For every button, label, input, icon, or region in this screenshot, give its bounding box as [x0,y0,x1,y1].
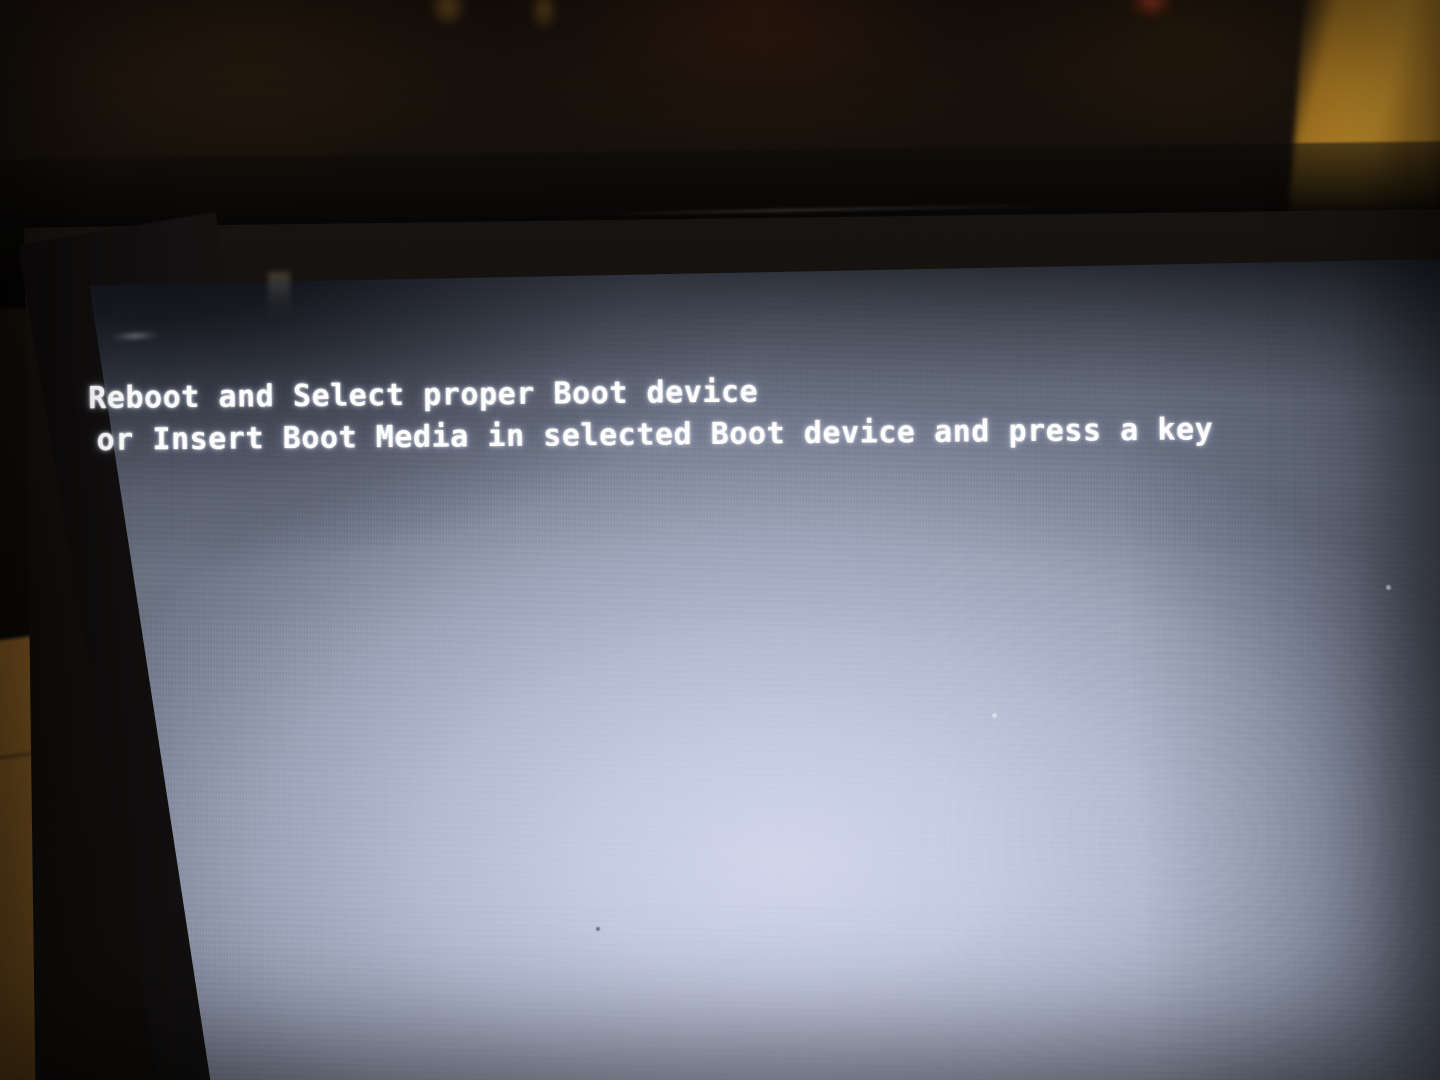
screen-reflection-streak [268,272,290,320]
screen-dust-speck-a [992,713,997,718]
red-indicator-light [1128,0,1174,18]
amber-background-light-a [430,0,466,26]
screen-dust-speck-c [1386,585,1391,590]
amber-background-light-b [530,0,558,30]
screen-dust-speck-b [596,927,600,931]
bios-error-message: Reboot and Select proper Boot device or … [88,365,1429,462]
photograph-of-monitor: Reboot and Select proper Boot device or … [0,0,1440,1080]
